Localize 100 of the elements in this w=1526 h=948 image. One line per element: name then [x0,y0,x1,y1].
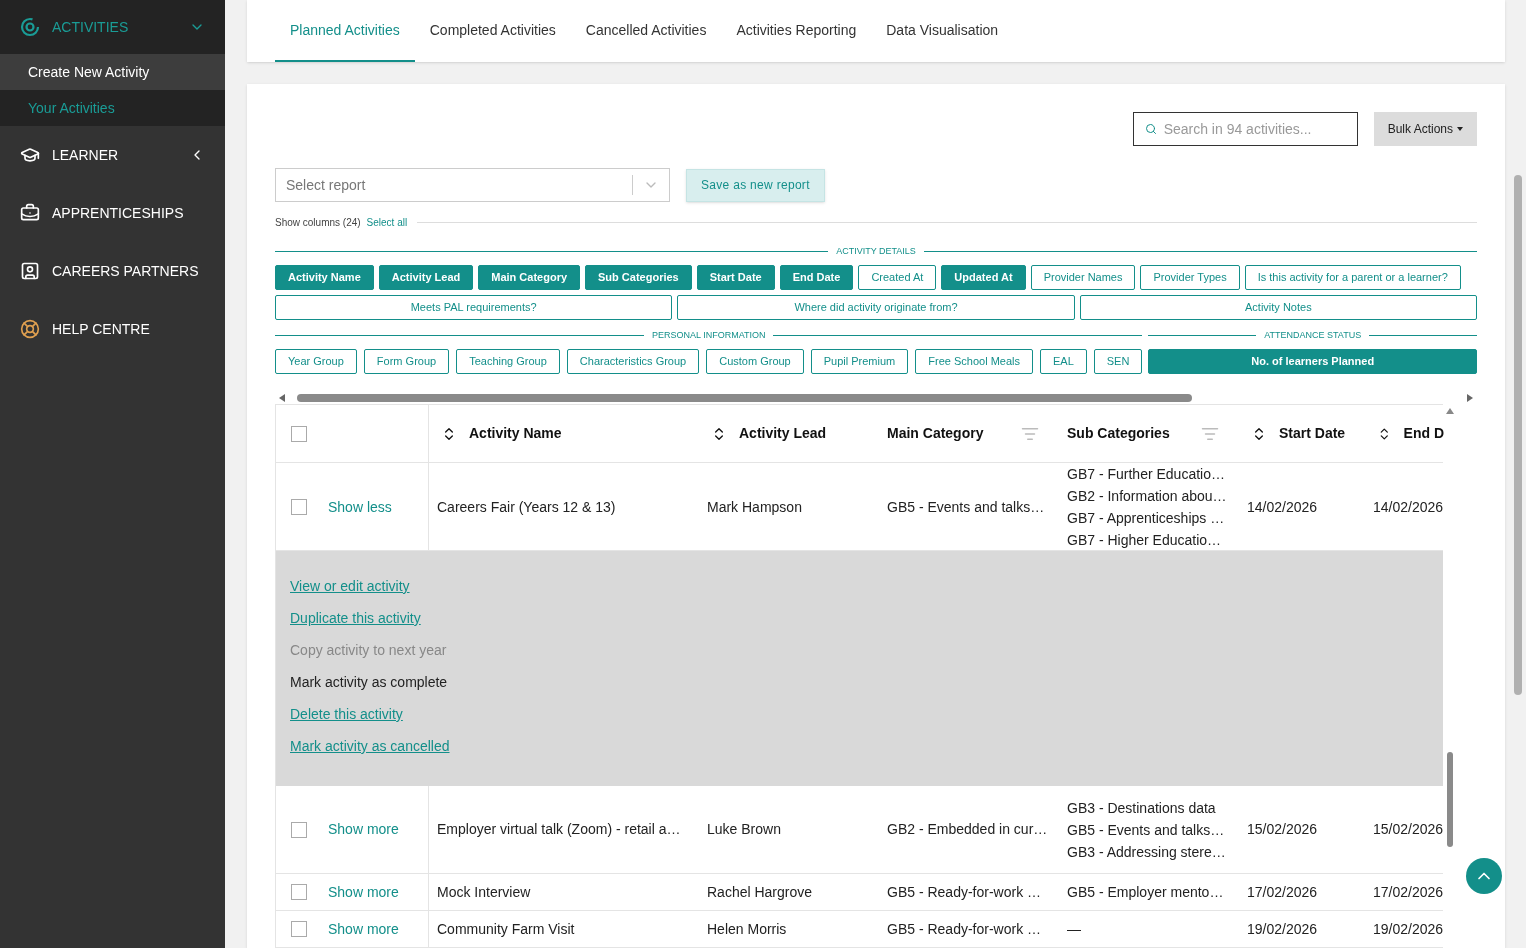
table-cell-text: Rachel Hargrove [706,882,814,902]
table-cell-text: 19/02/2026 [1246,919,1319,939]
table-cell-text: 19/02/2026 [1372,919,1444,939]
table-cell-text: GB5 - Employer mento… [1067,883,1225,902]
row-checkbox[interactable] [291,921,307,937]
row-checkbox[interactable] [291,884,307,900]
scroll-right-icon[interactable] [1467,394,1473,402]
toggle-link[interactable]: Show more [328,819,399,840]
table-cell-text: Community Farm Visit [436,919,576,939]
table-cell-text: 15/02/2026 [1246,820,1319,839]
table-cell-text: Careers Fair (Years 12 & 13) [436,497,617,517]
select-all-checkbox[interactable] [291,425,307,442]
table-cell-text: GB2 - Embedded in cur… [886,820,1049,839]
action-link[interactable]: Duplicate this activity [290,609,421,628]
scroll-left-icon[interactable] [279,394,285,402]
graduation-cap-icon [20,145,40,165]
toggle-link[interactable]: Show more [328,918,399,940]
column-header[interactable]: Start Date [1239,423,1365,444]
sidebar-item[interactable]: LEARNER [0,126,225,184]
action-link[interactable]: Mark activity as cancelled [290,737,450,756]
column-header[interactable]: Activity Lead [699,423,879,444]
table-cell-text: Helen Morris [706,919,788,939]
group-title: ATTENDANCE STATUS [1264,328,1362,342]
column-toggle[interactable]: Sub Categories [585,265,692,290]
column-toggle[interactable]: Custom Group [706,349,804,374]
column-header[interactable]: End D [1365,423,1444,444]
table-cell-text: — [1067,920,1082,939]
tab[interactable]: Data Visualisation [871,0,1014,62]
column-toggle[interactable]: Provider Names [1030,265,1136,290]
column-toggle[interactable]: Provider Types [1140,265,1240,290]
action-item[interactable]: Copy activity to next year [290,641,447,660]
lifebuoy-icon [20,319,40,339]
table-cell-text: Mark Hampson [706,497,803,517]
sidebar-subitem[interactable]: Create New Activity [0,54,225,90]
column-toggle[interactable]: Created At [858,265,937,290]
table-cell-text: GB7 - Further Educatio… [1067,465,1226,484]
table-cell-text: 14/02/2026 [1246,497,1319,517]
column-toggle[interactable]: Characteristics Group [566,349,700,374]
group-title: ACTIVITY DETAILS [836,244,916,258]
column-toggle[interactable]: Form Group [363,349,450,374]
row-checkbox[interactable] [291,499,307,515]
target-icon [20,17,40,37]
scroll-up-icon[interactable] [1446,408,1454,414]
column-toggle[interactable]: End Date [779,265,854,290]
save-report-button[interactable]: Save as new report [686,168,825,202]
column-toggle[interactable]: Is this activity for a parent or a learner? [1244,265,1461,290]
column-toggle[interactable]: Teaching Group [456,349,560,374]
tab[interactable]: Planned Activities [275,0,415,62]
sidebar-item[interactable]: APPRENTICESHIPS [0,184,225,242]
column-toggle[interactable]: Where did activity originate from? [677,295,1075,320]
table-cell-text: GB5 - Ready-for-work … [886,882,1043,902]
table-cell-text: Luke Brown [706,820,782,839]
column-toggle[interactable]: Activity Lead [378,265,474,290]
search-field[interactable]: Search in 94 activities... [1132,112,1358,146]
column-toggle[interactable]: Pupil Premium [810,349,909,374]
action-link[interactable]: Delete this activity [290,705,403,724]
action-item[interactable]: Mark activity as complete [290,673,448,692]
row-checkbox[interactable] [291,821,307,838]
toggle-link[interactable]: Show less [328,496,392,518]
column-toggle[interactable]: Activity Notes [1079,295,1477,320]
column-toggle[interactable]: Meets PAL requirements? [275,295,673,320]
column-toggle[interactable]: Activity Name [275,265,374,290]
column-toggle[interactable]: EAL [1040,349,1087,374]
sidebar-item[interactable]: ACTIVITIES [0,0,225,54]
action-link[interactable]: View or edit activity [290,577,410,596]
sidebar-item[interactable]: CAREERS PARTNERS [0,242,225,300]
column-toggle[interactable]: SEN [1093,349,1143,374]
table-cell-text: GB2 - Information abou… [1067,487,1228,506]
column-header[interactable]: Activity Name [429,423,699,444]
tab[interactable]: Cancelled Activities [570,0,722,62]
table-cell-text: 17/02/2026 [1246,882,1319,902]
table-cell-text: GB5 - Ready-for-work … [886,919,1043,939]
table-cell-text: 15/02/2026 [1372,820,1444,839]
column-toggle[interactable]: Free School Meals [915,349,1033,374]
toggle-link[interactable]: Show more [328,881,399,903]
column-toggle[interactable]: Updated At [941,265,1026,290]
tab[interactable]: Activities Reporting [721,0,872,62]
column-toggle[interactable]: Main Category [478,265,581,290]
table-cell-text: GB3 - Destinations data [1067,798,1217,818]
sidebar-item[interactable]: HELP CENTRE [0,300,225,358]
table-cell-text: GB5 - Events and talks… [886,497,1046,517]
sidebar-subitem[interactable]: Your Activities [0,90,225,126]
table-cell-text: GB7 - Apprenticeships … [1067,509,1226,528]
contact-card-icon [20,261,40,281]
table-cell-text: Employer virtual talk (Zoom) - retail a… [436,820,682,839]
column-header[interactable]: Sub Categories [1059,423,1239,444]
table-cell-text: GB7 - Higher Educatio… [1067,531,1223,550]
group-title: PERSONAL INFORMATION [651,328,766,342]
table-cell-text: 17/02/2026 [1372,882,1444,902]
column-toggle[interactable]: Year Group [275,349,357,374]
column-header[interactable]: Main Category [879,423,1059,444]
column-toggle[interactable]: No. of learners Planned [1148,349,1477,374]
select-all-link[interactable]: Select all [366,215,408,230]
tab[interactable]: Completed Activities [414,0,571,62]
report-select[interactable]: Select report [275,168,670,202]
search-icon [1144,123,1157,135]
table-cell-text: 14/02/2026 [1372,497,1444,517]
bulk-actions-button[interactable]: Bulk Actions [1373,112,1477,146]
column-toggle[interactable]: Start Date [696,265,775,290]
table-cell-text: Mock Interview [436,882,532,902]
